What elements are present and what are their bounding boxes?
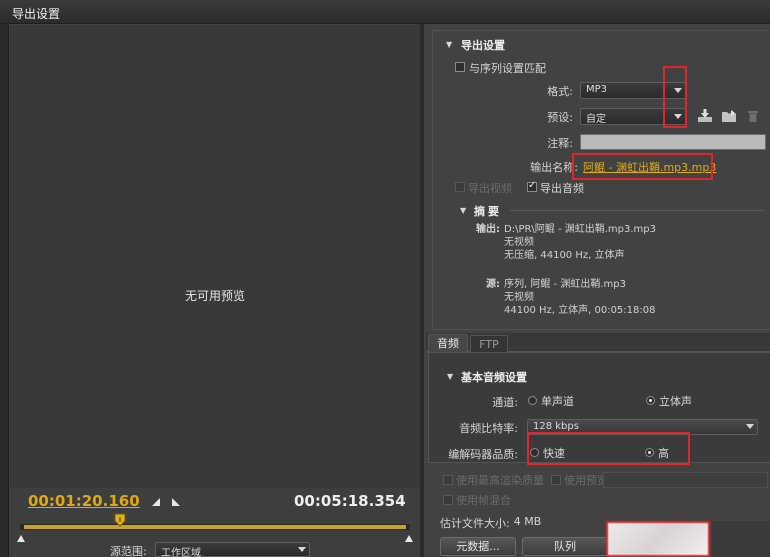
title-bar[interactable] [0, 0, 770, 24]
channel-mono-label: 单声道 [541, 395, 574, 408]
estimated-file-size: 估计文件大小: 4 MB [440, 515, 541, 531]
export-video-label: 导出视频 [468, 182, 512, 195]
channel-mono-radio[interactable] [528, 396, 537, 405]
tab-audio[interactable]: 音频 [428, 334, 468, 352]
section-collapse-icon[interactable]: ▼ [460, 206, 466, 215]
summary-title: 摘要 [474, 205, 502, 218]
no-preview-text: 无可用预览 [184, 289, 245, 303]
output-name-link[interactable]: 阿鲲 - 渊虹出鞘.mp3.mp3 [583, 159, 716, 175]
quality-fast-label: 快速 [543, 447, 565, 460]
max-render-quality-label: 使用最高渲染质量 [456, 474, 544, 487]
range-end-handle-icon[interactable] [405, 532, 413, 545]
use-previews-checkbox[interactable] [551, 475, 561, 485]
duration-timecode: 00:05:18.354 [294, 492, 406, 510]
summary-source-line: 44100 Hz, 立体声, 00:05:18:08 [504, 305, 656, 316]
source-range-label: 源范围: [110, 545, 147, 557]
channels-label: 通道: [492, 396, 518, 409]
preview-pane [10, 25, 420, 488]
source-range-value: 工作区域 [161, 548, 201, 557]
comments-input[interactable] [580, 134, 766, 150]
preset-label: 预设: [547, 111, 573, 124]
quality-fast-radio[interactable] [530, 448, 539, 457]
preset-dropdown[interactable]: 自定 [580, 108, 686, 125]
channel-stereo-label: 立体声 [659, 395, 692, 408]
channel-stereo-radio[interactable] [646, 396, 655, 405]
dialog-corner [712, 521, 770, 557]
comments-label: 注释: [547, 137, 573, 150]
range-start-handle-icon[interactable] [17, 532, 25, 545]
summary-source-label: 源: [486, 279, 500, 290]
background-app-strip [0, 24, 9, 557]
redacted-buttons-area [606, 521, 710, 557]
summary-divider [510, 210, 765, 211]
tab-ftp[interactable]: FTP [470, 335, 508, 352]
use-previews-label: 使用预览 [564, 474, 608, 487]
codec-quality-label: 编解码器品质: [448, 448, 518, 461]
export-settings-title: 导出设置 [461, 39, 505, 52]
export-audio-label: 导出音频 [540, 182, 584, 195]
section-collapse-icon[interactable]: ▼ [446, 40, 452, 49]
current-timecode[interactable]: 00:01:20.160 [28, 492, 140, 510]
basic-audio-settings-title: 基本音频设置 [461, 371, 527, 384]
match-sequence-label: 与序列设置匹配 [469, 62, 546, 75]
mark-in-icon[interactable] [151, 497, 161, 510]
save-preset-icon[interactable] [697, 109, 713, 126]
source-range-dropdown[interactable]: 工作区域 [155, 542, 310, 557]
output-name-label: 输出名称: [530, 161, 578, 174]
chevron-down-icon [746, 424, 754, 429]
match-sequence-checkbox[interactable] [455, 62, 465, 72]
queue-button[interactable]: 队列 [522, 537, 608, 556]
playhead-icon[interactable] [114, 513, 126, 530]
estimated-size-value: 4 MB [513, 515, 542, 528]
chevron-down-icon [298, 547, 306, 552]
frame-blending-label: 使用帧混合 [456, 494, 511, 507]
frame-blending-checkbox[interactable] [443, 495, 453, 505]
chevron-down-icon [674, 88, 682, 93]
disabled-option-field [603, 472, 768, 488]
delete-preset-icon[interactable] [747, 109, 759, 126]
preset-value: 自定 [586, 114, 606, 125]
chevron-down-icon [674, 114, 682, 119]
timeline-work-range[interactable] [24, 525, 406, 529]
bitrate-value: 128 kbps [533, 421, 579, 432]
summary-output-label: 输出: [476, 224, 500, 235]
metadata-button[interactable]: 元数据... [440, 537, 516, 556]
mark-out-icon[interactable] [171, 497, 181, 510]
summary-output-line: 无压缩, 44100 Hz, 立体声 [504, 250, 625, 261]
export-settings-dialog: 导出设置 无可用预览 00:01:20.160 00:05:18.354 源范围… [0, 0, 770, 557]
bitrate-dropdown[interactable]: 128 kbps [527, 419, 758, 435]
format-value: MP3 [586, 84, 608, 95]
quality-high-label: 高 [658, 447, 669, 460]
window-title: 导出设置 [12, 7, 61, 21]
section-collapse-icon[interactable]: ▼ [447, 372, 453, 381]
quality-high-radio[interactable] [645, 448, 654, 457]
format-dropdown[interactable]: MP3 [580, 82, 686, 99]
bitrate-label: 音频比特率: [459, 422, 518, 435]
format-label: 格式: [547, 85, 573, 98]
export-video-checkbox[interactable] [455, 182, 465, 192]
export-audio-checkbox[interactable] [527, 180, 537, 192]
max-render-quality-checkbox[interactable] [443, 475, 453, 485]
import-preset-icon[interactable] [721, 109, 739, 126]
estimated-size-label: 估计文件大小: [440, 517, 510, 530]
